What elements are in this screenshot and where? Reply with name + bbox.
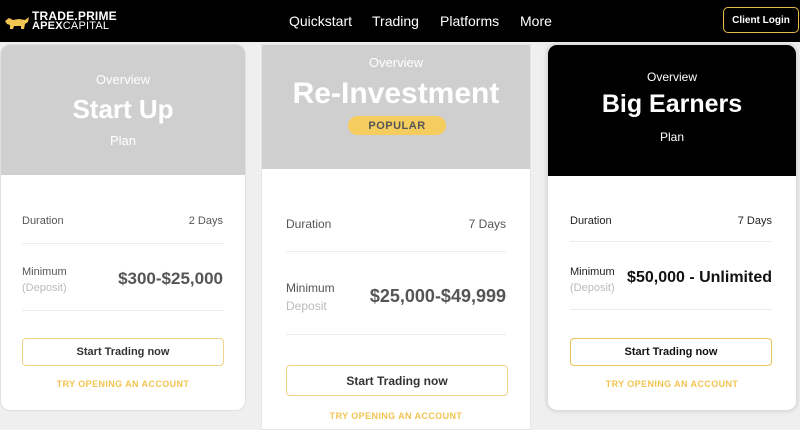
plan-label: Plan: [109, 133, 137, 148]
nav-platforms[interactable]: Platforms: [440, 13, 499, 29]
brand-line-2-light: CAPITAL: [62, 20, 110, 32]
plan-name: Big Earners: [601, 90, 743, 118]
plan-label: Plan: [659, 130, 685, 144]
bull-logo-icon: [5, 17, 29, 29]
row-divider: [570, 309, 772, 310]
plan-card-header: Overview Re-Investment POPULAR: [262, 45, 530, 169]
deposit-range-value: $50,000 - Unlimited: [627, 269, 772, 286]
row-divider: [570, 241, 772, 242]
duration-value: 7 Days: [737, 215, 772, 227]
brand-line-2-bold: APEX: [32, 20, 63, 32]
top-navbar: TRADE.PRIME APEXCAPITAL Quickstart Tradi…: [0, 0, 800, 42]
duration-value: 2 Days: [188, 215, 223, 227]
minimum-label: Minimum: [286, 281, 335, 295]
duration-label: Duration: [570, 215, 612, 227]
duration-value: 7 Days: [468, 217, 506, 231]
plan-name: Start Up: [72, 94, 174, 124]
start-trading-button[interactable]: Start Trading now: [570, 338, 772, 366]
row-divider: [286, 251, 506, 252]
deposit-range-value: $300-$25,000: [118, 269, 223, 288]
plan-overview-label: Overview: [646, 70, 697, 84]
duration-label: Duration: [22, 215, 64, 227]
try-opening-account-link[interactable]: TRY OPENING AN ACCOUNT: [262, 411, 530, 421]
plan-card-big-earners: Overview Big Earners Plan Duration 7 Day…: [547, 44, 797, 411]
deposit-range-value: $25,000-$49,999: [369, 286, 506, 306]
nav-more[interactable]: More: [520, 13, 552, 29]
plan-card-header: Overview Big Earners Plan: [548, 45, 796, 176]
try-opening-account-link[interactable]: TRY OPENING AN ACCOUNT: [1, 379, 245, 389]
minimum-label: Minimum: [22, 266, 67, 278]
popular-badge: POPULAR: [348, 116, 446, 135]
try-opening-account-link[interactable]: TRY OPENING AN ACCOUNT: [548, 379, 796, 389]
plan-overview-label: Overview: [95, 72, 151, 87]
nav-trading[interactable]: Trading: [372, 13, 419, 29]
start-trading-button[interactable]: Start Trading now: [22, 338, 224, 366]
row-divider: [22, 310, 224, 311]
deposit-sub-label: (Deposit): [22, 282, 67, 294]
nav-quickstart[interactable]: Quickstart: [289, 13, 352, 29]
client-login-button[interactable]: Client Login: [723, 7, 799, 33]
plan-overview-label: Overview: [368, 55, 424, 70]
deposit-sub-label: Deposit: [286, 299, 327, 313]
brand-logo[interactable]: TRADE.PRIME APEXCAPITAL: [4, 8, 124, 36]
plan-card-re-investment: Overview Re-Investment POPULAR Duration …: [261, 44, 531, 430]
plan-card-start-up: Overview Start Up Plan Duration 2 Days M…: [0, 44, 246, 411]
start-trading-button[interactable]: Start Trading now: [286, 365, 508, 396]
brand-line-2: APEXCAPITAL: [32, 20, 109, 32]
row-divider: [22, 243, 224, 244]
row-divider: [286, 334, 506, 335]
plan-card-header: Overview Start Up Plan: [1, 45, 245, 175]
plan-name: Re-Investment: [292, 77, 500, 110]
deposit-sub-label: (Deposit): [570, 282, 615, 294]
minimum-label: Minimum: [570, 266, 615, 278]
duration-label: Duration: [286, 217, 332, 231]
